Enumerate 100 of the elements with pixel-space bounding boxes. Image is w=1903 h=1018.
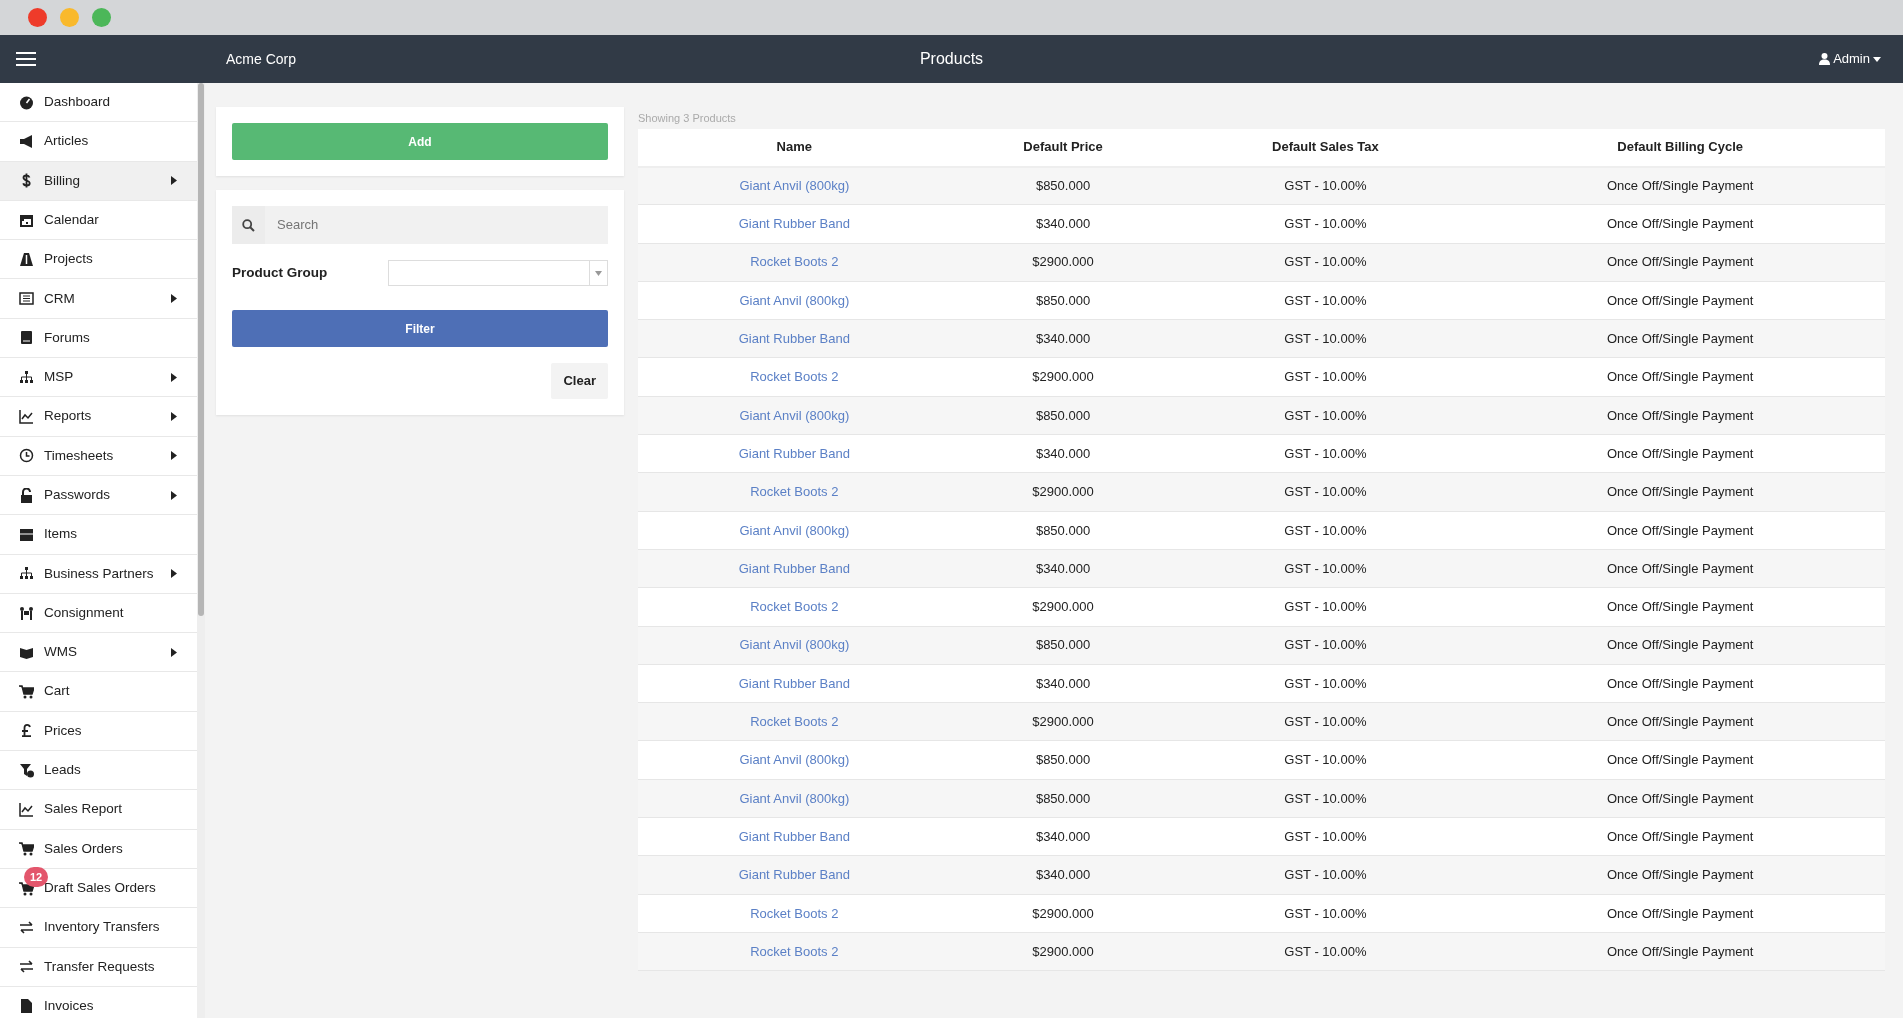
cart-icon: [19, 841, 34, 857]
cart-icon: [19, 684, 34, 700]
product-link[interactable]: Rocket Boots 2: [750, 599, 839, 615]
table-cell: GST - 10.00%: [1175, 549, 1476, 588]
table-cell: $850.000: [950, 396, 1176, 435]
table-cell: GST - 10.00%: [1175, 281, 1476, 320]
table-cell: $850.000: [950, 281, 1176, 320]
sitemap-icon: [19, 566, 34, 582]
table-cell: $340.000: [950, 319, 1176, 358]
dollar-icon: [19, 173, 34, 189]
product-group-select[interactable]: [388, 260, 608, 286]
brand-name[interactable]: Acme Corp: [226, 48, 297, 70]
product-link[interactable]: Giant Rubber Band: [738, 828, 850, 844]
lock-icon: [19, 487, 34, 503]
caret-icon: [595, 270, 602, 276]
table-cell: GST - 10.00%: [1175, 472, 1476, 512]
table-cell: Once Off/Single Payment: [1475, 243, 1885, 282]
product-link[interactable]: Giant Rubber Band: [738, 331, 850, 347]
search-icon: [242, 218, 255, 232]
table-cell: Once Off/Single Payment: [1475, 281, 1885, 320]
sidebar-item[interactable]: Billing: [0, 161, 197, 201]
close-window-dot[interactable]: [28, 8, 47, 27]
product-link[interactable]: Giant Rubber Band: [738, 675, 850, 691]
table-cell: Once Off/Single Payment: [1475, 817, 1885, 856]
table-cell: $2900.000: [950, 243, 1176, 282]
clear-button[interactable]: Clear: [551, 363, 608, 399]
product-link[interactable]: Giant Anvil (800kg): [739, 178, 850, 194]
caret-icon: [1873, 56, 1881, 62]
column-header: Name: [638, 128, 951, 167]
table-cell: GST - 10.00%: [1175, 894, 1476, 933]
road-icon: [19, 251, 34, 267]
clock-icon: [19, 448, 34, 464]
product-link[interactable]: Rocket Boots 2: [750, 905, 839, 921]
table-cell: Once Off/Single Payment: [1475, 549, 1885, 588]
result-count: Showing 3 Products: [638, 111, 737, 126]
table-cell: $2900.000: [950, 358, 1176, 397]
product-link[interactable]: Giant Anvil (800kg): [739, 407, 850, 423]
invoice-icon: [19, 998, 34, 1014]
table-cell: GST - 10.00%: [1175, 243, 1476, 282]
product-link[interactable]: Giant Anvil (800kg): [739, 522, 850, 538]
product-link[interactable]: Rocket Boots 2: [750, 369, 839, 385]
table-cell: $850.000: [950, 740, 1176, 780]
table-cell: $2900.000: [950, 932, 1176, 971]
page-title: Products: [919, 49, 984, 69]
product-link[interactable]: Giant Rubber Band: [738, 216, 850, 232]
menu-icon[interactable]: [16, 52, 36, 66]
table-cell: GST - 10.00%: [1175, 319, 1476, 358]
calendar-icon: [19, 212, 34, 228]
table-cell: Once Off/Single Payment: [1475, 932, 1885, 971]
table-cell: GST - 10.00%: [1175, 740, 1476, 780]
product-link[interactable]: Giant Anvil (800kg): [739, 292, 850, 308]
product-link[interactable]: Giant Rubber Band: [738, 445, 850, 461]
exchange-icon: [19, 959, 34, 975]
maximize-window-dot[interactable]: [92, 8, 111, 27]
table-cell: $850.000: [950, 779, 1176, 818]
minimize-window-dot[interactable]: [60, 8, 79, 27]
table-cell: GST - 10.00%: [1175, 702, 1476, 741]
table-cell: $2900.000: [950, 894, 1176, 933]
table-cell: Once Off/Single Payment: [1475, 319, 1885, 358]
table-cell: $340.000: [950, 855, 1176, 895]
table-cell: Once Off/Single Payment: [1475, 587, 1885, 627]
table-cell: Once Off/Single Payment: [1475, 358, 1885, 397]
table-cell: $850.000: [950, 166, 1176, 205]
user-menu[interactable]: Admin: [1813, 48, 1887, 70]
product-link[interactable]: Giant Rubber Band: [738, 560, 850, 576]
table-cell: $340.000: [950, 664, 1176, 703]
table-cell: GST - 10.00%: [1175, 664, 1476, 703]
table-cell: $850.000: [950, 626, 1176, 665]
product-link[interactable]: Rocket Boots 2: [750, 484, 839, 500]
table-cell: GST - 10.00%: [1175, 855, 1476, 895]
table-cell: Once Off/Single Payment: [1475, 894, 1885, 933]
exchange-icon: [19, 919, 34, 935]
table-cell: GST - 10.00%: [1175, 932, 1476, 971]
product-link[interactable]: Rocket Boots 2: [750, 943, 839, 959]
table-cell: GST - 10.00%: [1175, 817, 1476, 856]
product-link[interactable]: Rocket Boots 2: [750, 714, 839, 730]
table-cell: $340.000: [950, 434, 1176, 473]
table-cell: GST - 10.00%: [1175, 626, 1476, 665]
sidebar-item[interactable]: Draft Sales Orders 12: [0, 868, 197, 909]
table-cell: Once Off/Single Payment: [1475, 779, 1885, 818]
table-cell: Once Off/Single Payment: [1475, 511, 1885, 550]
table-cell: Once Off/Single Payment: [1475, 702, 1885, 741]
table-cell: Once Off/Single Payment: [1475, 204, 1885, 244]
table-cell: $340.000: [950, 817, 1176, 856]
product-link[interactable]: Rocket Boots 2: [750, 254, 839, 270]
filter-button[interactable]: Filter: [232, 310, 608, 347]
product-link[interactable]: Giant Anvil (800kg): [739, 637, 850, 653]
table-cell: GST - 10.00%: [1175, 511, 1476, 550]
scrollbar[interactable]: [197, 83, 205, 1018]
product-link[interactable]: Giant Anvil (800kg): [739, 790, 850, 806]
table-cell: GST - 10.00%: [1175, 396, 1476, 435]
table-cell: GST - 10.00%: [1175, 204, 1476, 244]
user-icon: [1819, 53, 1831, 65]
search-field[interactable]: Search: [265, 206, 608, 244]
table-cell: $850.000: [950, 511, 1176, 550]
product-link[interactable]: Giant Anvil (800kg): [739, 752, 850, 768]
book-icon: [19, 330, 34, 346]
table-cell: GST - 10.00%: [1175, 358, 1476, 397]
product-link[interactable]: Giant Rubber Band: [738, 867, 850, 883]
table-cell: $2900.000: [950, 472, 1176, 512]
